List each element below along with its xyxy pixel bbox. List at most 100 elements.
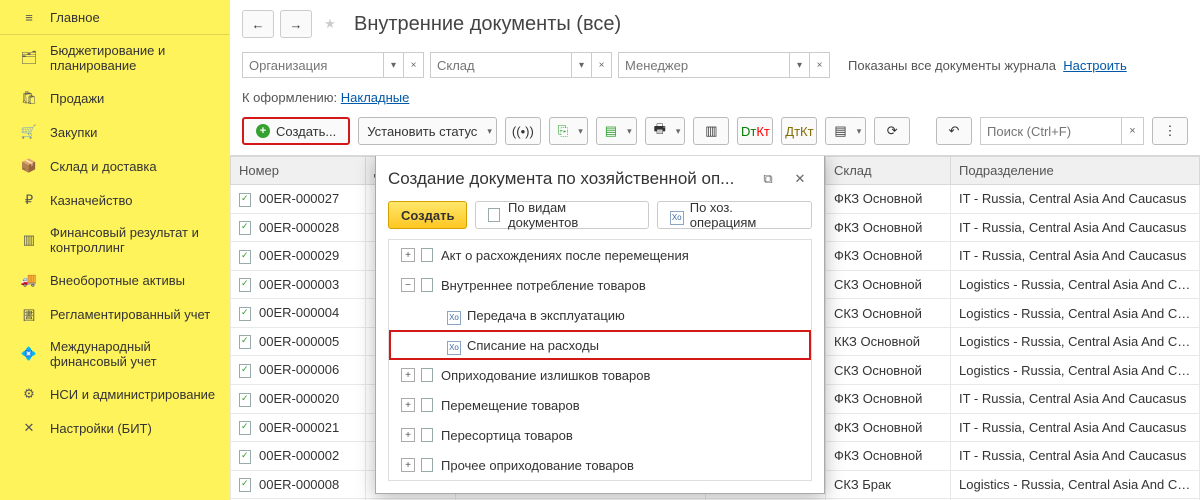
doc-icon — [239, 421, 253, 435]
sidebar-item-bit[interactable]: ✕Настройки (БИТ) — [0, 411, 229, 445]
popup-tab-by-op[interactable]: ХоПо хоз. операциям — [657, 201, 812, 229]
status-link[interactable]: Накладные — [341, 90, 410, 105]
back-button[interactable]: ← — [242, 10, 274, 38]
caret-icon: ▾ — [676, 126, 681, 137]
status-bar: К оформлению: Накладные — [230, 88, 1200, 113]
dt-kt-button[interactable]: DтКт — [737, 117, 773, 145]
clear-button[interactable]: × — [809, 53, 829, 77]
sidebar-item-purchase[interactable]: 🛒Закупки — [0, 115, 229, 149]
export-button[interactable]: ▥ — [693, 117, 729, 145]
sidebar-item-label: Внеоборотные активы — [50, 273, 185, 288]
sidebar-item-treasury[interactable]: ₽Казначейство — [0, 183, 229, 217]
expand-icon[interactable]: + — [401, 248, 415, 262]
report-icon: ▤ — [605, 123, 617, 139]
clear-button[interactable]: × — [403, 53, 423, 77]
clear-button[interactable]: × — [591, 53, 611, 77]
tree-item[interactable]: + Акт о расхождениях после перемещения — [389, 240, 811, 270]
sidebar-item-regulated[interactable]: 圕Регламентированный учет — [0, 297, 229, 331]
popup-tab-by-doc[interactable]: По видам документов — [475, 201, 648, 229]
col-num[interactable]: Номер — [231, 157, 366, 185]
settings-button[interactable]: ▤▾ — [825, 117, 866, 145]
sidebar-item-intl[interactable]: 💠Международный финансовый учет — [0, 331, 229, 377]
warehouse-icon: 📦 — [20, 157, 38, 175]
caret-icon: ▾ — [487, 126, 492, 137]
create-popup: Создание документа по хозяйственной оп..… — [375, 155, 825, 494]
page-title: Внутренние документы (все) — [354, 13, 621, 36]
dropdown-button[interactable]: ▾ — [571, 53, 591, 77]
tree-item[interactable]: ХоСписание на расходы — [389, 330, 811, 360]
clear-button[interactable]: × — [1121, 118, 1143, 144]
tree-item-label: Пересортица товаров — [441, 428, 573, 443]
expand-icon[interactable]: + — [401, 428, 415, 442]
tree-item[interactable]: ХоПередача в эксплуатацию — [389, 300, 811, 330]
sidebar-item-label: Бюджетирование и планирование — [50, 43, 219, 73]
print-button[interactable]: 🖶▾ — [645, 117, 686, 145]
tree-item-label: Акт о расхождениях после перемещения — [441, 248, 689, 263]
xo-icon: Хо — [447, 338, 461, 352]
doc-icon — [488, 208, 502, 222]
print-icon: 🖶 — [654, 120, 666, 142]
dt-kt-alt-button[interactable]: ДтКт — [781, 117, 817, 145]
refresh-button[interactable]: ⟳ — [874, 117, 910, 145]
expand-icon[interactable]: + — [401, 398, 415, 412]
tree-item[interactable]: +Оприходование излишков товаров — [389, 360, 811, 390]
dropdown-button[interactable]: ▾ — [383, 53, 403, 77]
chart-icon: ▥ — [20, 231, 38, 249]
set-status-button[interactable]: Установить статус▾ — [358, 117, 497, 145]
configure-link[interactable]: Настроить — [1063, 58, 1127, 73]
col-sub[interactable]: Подразделение — [951, 157, 1200, 185]
sidebar-item-admin[interactable]: ⚙НСИ и администрирование — [0, 377, 229, 411]
report-button[interactable]: ▤▾ — [596, 117, 637, 145]
gear-icon: ⚙ — [20, 385, 38, 403]
collapse-icon[interactable]: − — [401, 278, 415, 292]
sidebar-item-main[interactable]: ≡Главное — [0, 0, 229, 35]
popup-title: Создание документа по хозяйственной оп..… — [388, 169, 748, 189]
sidebar-item-label: Финансовый результат и контроллинг — [50, 225, 219, 255]
create-button[interactable]: +Создать... — [242, 117, 350, 145]
sidebar-item-sales[interactable]: 🛍Продажи — [0, 81, 229, 115]
doc-icon — [239, 221, 253, 235]
tree-item[interactable]: +Прочее оприходование товаров — [389, 450, 811, 480]
doc-icon — [239, 478, 253, 492]
sidebar-item-budget[interactable]: 🗂Бюджетирование и планирование — [0, 35, 229, 81]
doc-icon — [239, 278, 253, 292]
sidebar-item-warehouse[interactable]: 📦Склад и доставка — [0, 149, 229, 183]
tree-item[interactable]: + Перемещение товаров — [389, 390, 811, 420]
filter-summary: Показаны все документы журнала Настроить — [848, 58, 1127, 73]
sidebar-item-assets[interactable]: 🚚Внеоборотные активы — [0, 263, 229, 297]
undo-button[interactable]: ↶ — [936, 117, 972, 145]
expand-icon[interactable]: + — [401, 458, 415, 472]
copy-button[interactable]: ⎘▾ — [549, 117, 588, 145]
table: Номер Дата↓ Вид документа, Хоз. операция… — [230, 155, 1200, 500]
menu-icon: ≡ — [20, 8, 38, 26]
search-input[interactable] — [981, 120, 1121, 143]
plus-icon: + — [256, 124, 270, 138]
dropdown-button[interactable]: ▾ — [789, 53, 809, 77]
doc-icon — [239, 250, 253, 264]
radio-button[interactable]: ((•)) — [505, 117, 541, 145]
toolbar: +Создать... Установить статус▾ ((•)) ⎘▾ … — [230, 113, 1200, 155]
settings-icon: ▤ — [834, 123, 846, 139]
more-button[interactable]: ⋮ — [1152, 117, 1188, 145]
tree-item[interactable]: −Внутреннее потребление товаров — [389, 270, 811, 300]
filter-org-input[interactable] — [243, 54, 383, 77]
filter-manager-input[interactable] — [619, 54, 789, 77]
forward-button[interactable]: → — [280, 10, 312, 38]
col-skl[interactable]: Склад — [826, 157, 951, 185]
close-icon[interactable]: ✕ — [788, 167, 812, 191]
star-icon[interactable]: ★ — [318, 12, 342, 36]
tree-item[interactable]: + Пересортица товаров — [389, 420, 811, 450]
caret-icon: ▾ — [857, 126, 862, 137]
popup-tab-create[interactable]: Создать — [388, 201, 467, 229]
doc-icon — [239, 450, 253, 464]
doc-icon — [421, 398, 435, 412]
doc-icon — [421, 248, 435, 262]
popout-icon[interactable]: ⧉ — [756, 167, 780, 191]
sidebar-item-label: Продажи — [50, 91, 104, 106]
tree-item-label: Перемещение товаров — [441, 398, 580, 413]
sidebar-item-result[interactable]: ▥ Финансовый результат и контроллинг — [0, 217, 229, 263]
filter-warehouse-input[interactable] — [431, 54, 571, 77]
expand-icon[interactable]: + — [401, 368, 415, 382]
copy-icon: ⎘ — [558, 123, 568, 139]
caret-icon: ▾ — [627, 126, 632, 137]
